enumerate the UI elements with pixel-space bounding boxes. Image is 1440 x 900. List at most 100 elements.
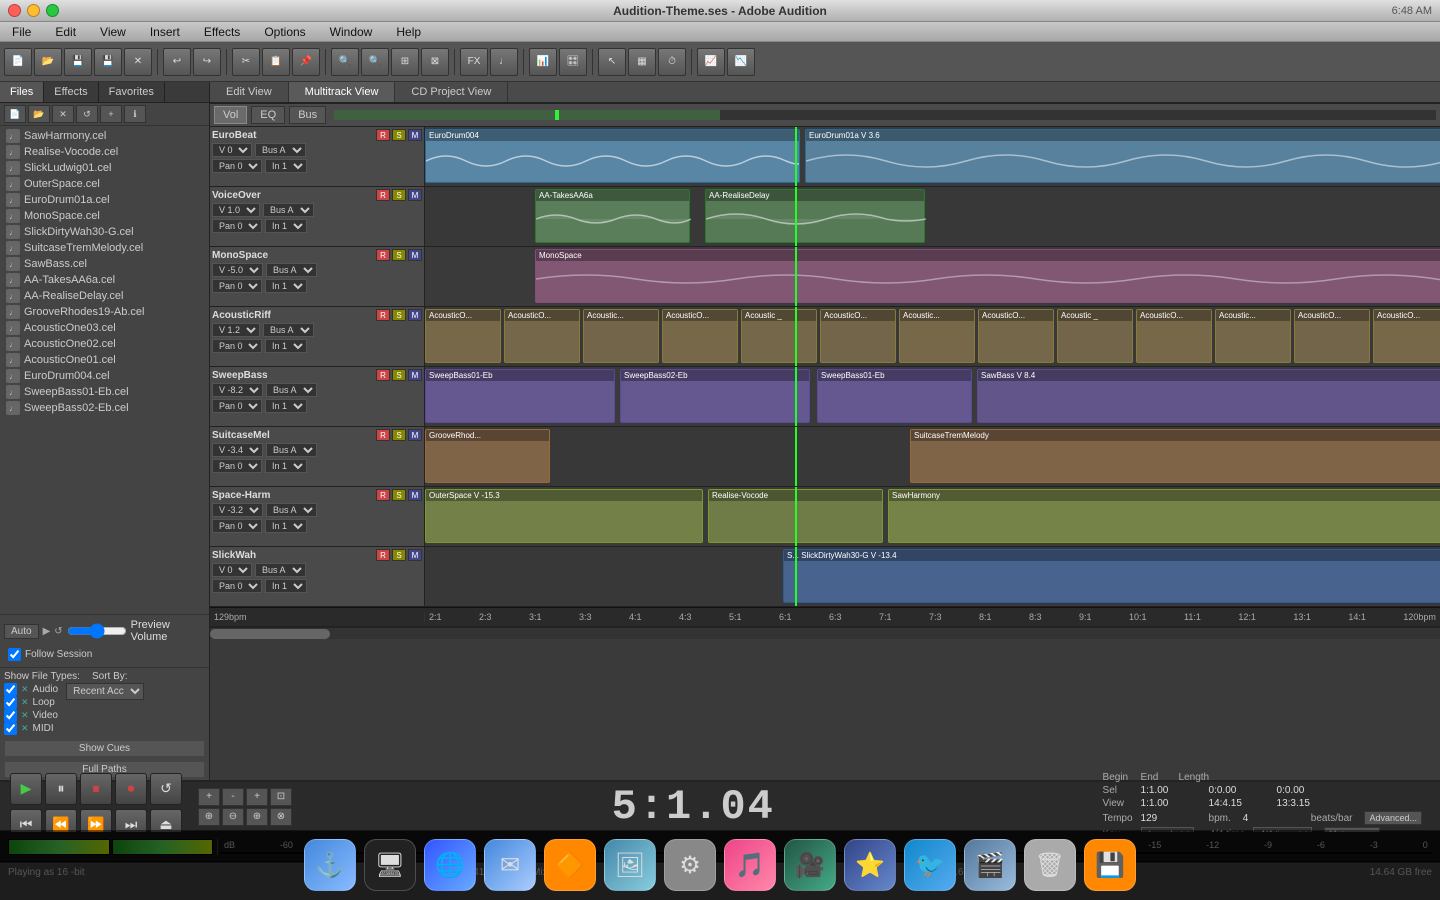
- zoom-in-h[interactable]: +: [198, 788, 220, 806]
- tb-zoom-all[interactable]: ⊠: [421, 48, 449, 76]
- dock-usb[interactable]: 💾: [1084, 839, 1136, 891]
- suitcase-r-button[interactable]: R: [376, 429, 390, 441]
- zoom-out-h[interactable]: -: [222, 788, 244, 806]
- file-item-slick[interactable]: ♩ SlickLudwig01.cel: [2, 160, 207, 176]
- clip-acoustic-7[interactable]: Acoustic...: [899, 309, 975, 363]
- spaceharm-s-button[interactable]: S: [392, 489, 406, 501]
- slickwah-r-button[interactable]: R: [376, 549, 390, 561]
- dock-dvd[interactable]: 🎬: [964, 839, 1016, 891]
- eurobeat-in[interactable]: In 1: [265, 159, 307, 173]
- spaceharm-m-button[interactable]: M: [408, 489, 422, 501]
- zoom-3[interactable]: ⊖: [222, 808, 244, 826]
- sweepbass-in[interactable]: In 1: [265, 399, 307, 413]
- clip-acoustic-13[interactable]: AcousticO...: [1373, 309, 1440, 363]
- monospace-r-button[interactable]: R: [376, 249, 390, 261]
- clip-sawbass[interactable]: SawBass V 8.4: [977, 369, 1440, 423]
- tb-mixer[interactable]: 🎛: [559, 48, 587, 76]
- zoom-2[interactable]: ⊕: [198, 808, 220, 826]
- spaceharm-r-button[interactable]: R: [376, 489, 390, 501]
- preview-volume-slider[interactable]: [67, 627, 127, 635]
- clip-suitcase[interactable]: SuitcaseTremMelody: [910, 429, 1440, 483]
- eurobeat-s-button[interactable]: S: [392, 129, 406, 141]
- file-item-realise[interactable]: ♩ Realise-Vocode.cel: [2, 144, 207, 160]
- monospace-pan[interactable]: Pan 0: [212, 279, 262, 293]
- spaceharm-volume[interactable]: V -3.2: [212, 503, 263, 517]
- file-item-outer[interactable]: ♩ OuterSpace.cel: [2, 176, 207, 192]
- file-item-mono[interactable]: ♩ MonoSpace.cel: [2, 208, 207, 224]
- voiceover-m-button[interactable]: M: [408, 189, 422, 201]
- dock-imovie[interactable]: 🎥: [784, 839, 836, 891]
- dock-gallery[interactable]: 🖼: [604, 839, 656, 891]
- eurobeat-r-button[interactable]: R: [376, 129, 390, 141]
- file-item-sweep2[interactable]: ♩ SweepBass02-Eb.cel: [2, 400, 207, 416]
- clip-acoustic-2[interactable]: AcousticO...: [504, 309, 580, 363]
- sort-dropdown[interactable]: Recent Acc: [66, 683, 144, 700]
- acousticriff-bus[interactable]: Bus A: [263, 323, 314, 337]
- file-item-sawbass[interactable]: ♩ SawBass.cel: [2, 256, 207, 272]
- tb-zoom-sel[interactable]: ⊞: [391, 48, 419, 76]
- file-item-ac3[interactable]: ♩ AcousticOne03.cel: [2, 320, 207, 336]
- tb-fx[interactable]: FX: [460, 48, 488, 76]
- dock-trash[interactable]: 🗑: [1024, 839, 1076, 891]
- voiceover-volume[interactable]: V 1.0: [212, 203, 260, 217]
- tab-multitrack-view[interactable]: Multitrack View: [289, 82, 396, 102]
- file-item-ac1[interactable]: ♩ AcousticOne01.cel: [2, 352, 207, 368]
- slickwah-m-button[interactable]: M: [408, 549, 422, 561]
- acousticriff-pan[interactable]: Pan 0: [212, 339, 262, 353]
- clip-acoustic-12[interactable]: AcousticO...: [1294, 309, 1370, 363]
- tb-scope[interactable]: 📉: [727, 48, 755, 76]
- tb-sel[interactable]: ▦: [628, 48, 656, 76]
- playback-overview[interactable]: [334, 110, 1436, 120]
- loop-btn[interactable]: ↺: [54, 626, 62, 637]
- horizontal-scrollbar[interactable]: [210, 627, 1440, 639]
- loop-button[interactable]: ↺: [150, 773, 182, 805]
- sweepbass-bus[interactable]: Bus A: [266, 383, 317, 397]
- clip-sawharmony[interactable]: SawHarmony: [888, 489, 1440, 543]
- acousticriff-in[interactable]: In 1: [265, 339, 307, 353]
- menu-options[interactable]: Options: [260, 25, 309, 39]
- tb-paste[interactable]: 📌: [292, 48, 320, 76]
- dock-dashboard[interactable]: ⭐: [844, 839, 896, 891]
- tb-zoom-out[interactable]: 🔍: [361, 48, 389, 76]
- file-item-euro4[interactable]: ♩ EuroDrum004.cel: [2, 368, 207, 384]
- sweepbass-pan[interactable]: Pan 0: [212, 399, 262, 413]
- fl-close[interactable]: ✕: [52, 105, 74, 123]
- tab-effects[interactable]: Effects: [44, 82, 98, 102]
- menu-insert[interactable]: Insert: [146, 25, 184, 39]
- spaceharm-pan[interactable]: Pan 0: [212, 519, 262, 533]
- fl-open[interactable]: 📂: [28, 105, 50, 123]
- monospace-s-button[interactable]: S: [392, 249, 406, 261]
- eurobeat-volume[interactable]: V 0: [212, 143, 252, 157]
- suitcase-pan[interactable]: Pan 0: [212, 459, 262, 473]
- clip-slickwah[interactable]: S... SlickDirtyWah30-G V -13.4: [783, 549, 1440, 603]
- tb-levels[interactable]: 📈: [697, 48, 725, 76]
- tab-files[interactable]: Files: [0, 82, 44, 102]
- zoom-custom[interactable]: ⊡: [270, 788, 292, 806]
- file-item-aa6a[interactable]: ♩ AA-TakesAA6a.cel: [2, 272, 207, 288]
- fl-insert[interactable]: +: [100, 105, 122, 123]
- fl-new[interactable]: 📄: [4, 105, 26, 123]
- stop-button[interactable]: ⏹: [80, 773, 112, 805]
- tb-time[interactable]: ⏱: [658, 48, 686, 76]
- dock-vlc[interactable]: 🔶: [544, 839, 596, 891]
- tab-favorites[interactable]: Favorites: [99, 82, 165, 102]
- file-item-sawharmny[interactable]: ♩ SawHarmony.cel: [2, 128, 207, 144]
- sweepbass-s-button[interactable]: S: [392, 369, 406, 381]
- menu-effects[interactable]: Effects: [200, 25, 244, 39]
- dock-finder[interactable]: ⚓: [304, 839, 356, 891]
- clip-acoustic-9[interactable]: Acoustic _: [1057, 309, 1133, 363]
- eurobeat-bus[interactable]: Bus A: [255, 143, 306, 157]
- clip-sweep2[interactable]: SweepBass02-Eb: [620, 369, 810, 423]
- clip-acoustic-6[interactable]: AcousticO...: [820, 309, 896, 363]
- monospace-in[interactable]: In 1: [265, 279, 307, 293]
- sweepbass-m-button[interactable]: M: [408, 369, 422, 381]
- record-button[interactable]: ⏺: [115, 773, 147, 805]
- tb-undo[interactable]: ↩: [163, 48, 191, 76]
- file-item-sweep1[interactable]: ♩ SweepBass01-Eb.cel: [2, 384, 207, 400]
- slickwah-volume[interactable]: V 0: [212, 563, 252, 577]
- acousticriff-volume[interactable]: V 1.2: [212, 323, 260, 337]
- monospace-m-button[interactable]: M: [408, 249, 422, 261]
- tb-rec-lvl[interactable]: 📊: [529, 48, 557, 76]
- follow-session-checkbox[interactable]: [8, 648, 21, 661]
- tb-new[interactable]: 📄: [4, 48, 32, 76]
